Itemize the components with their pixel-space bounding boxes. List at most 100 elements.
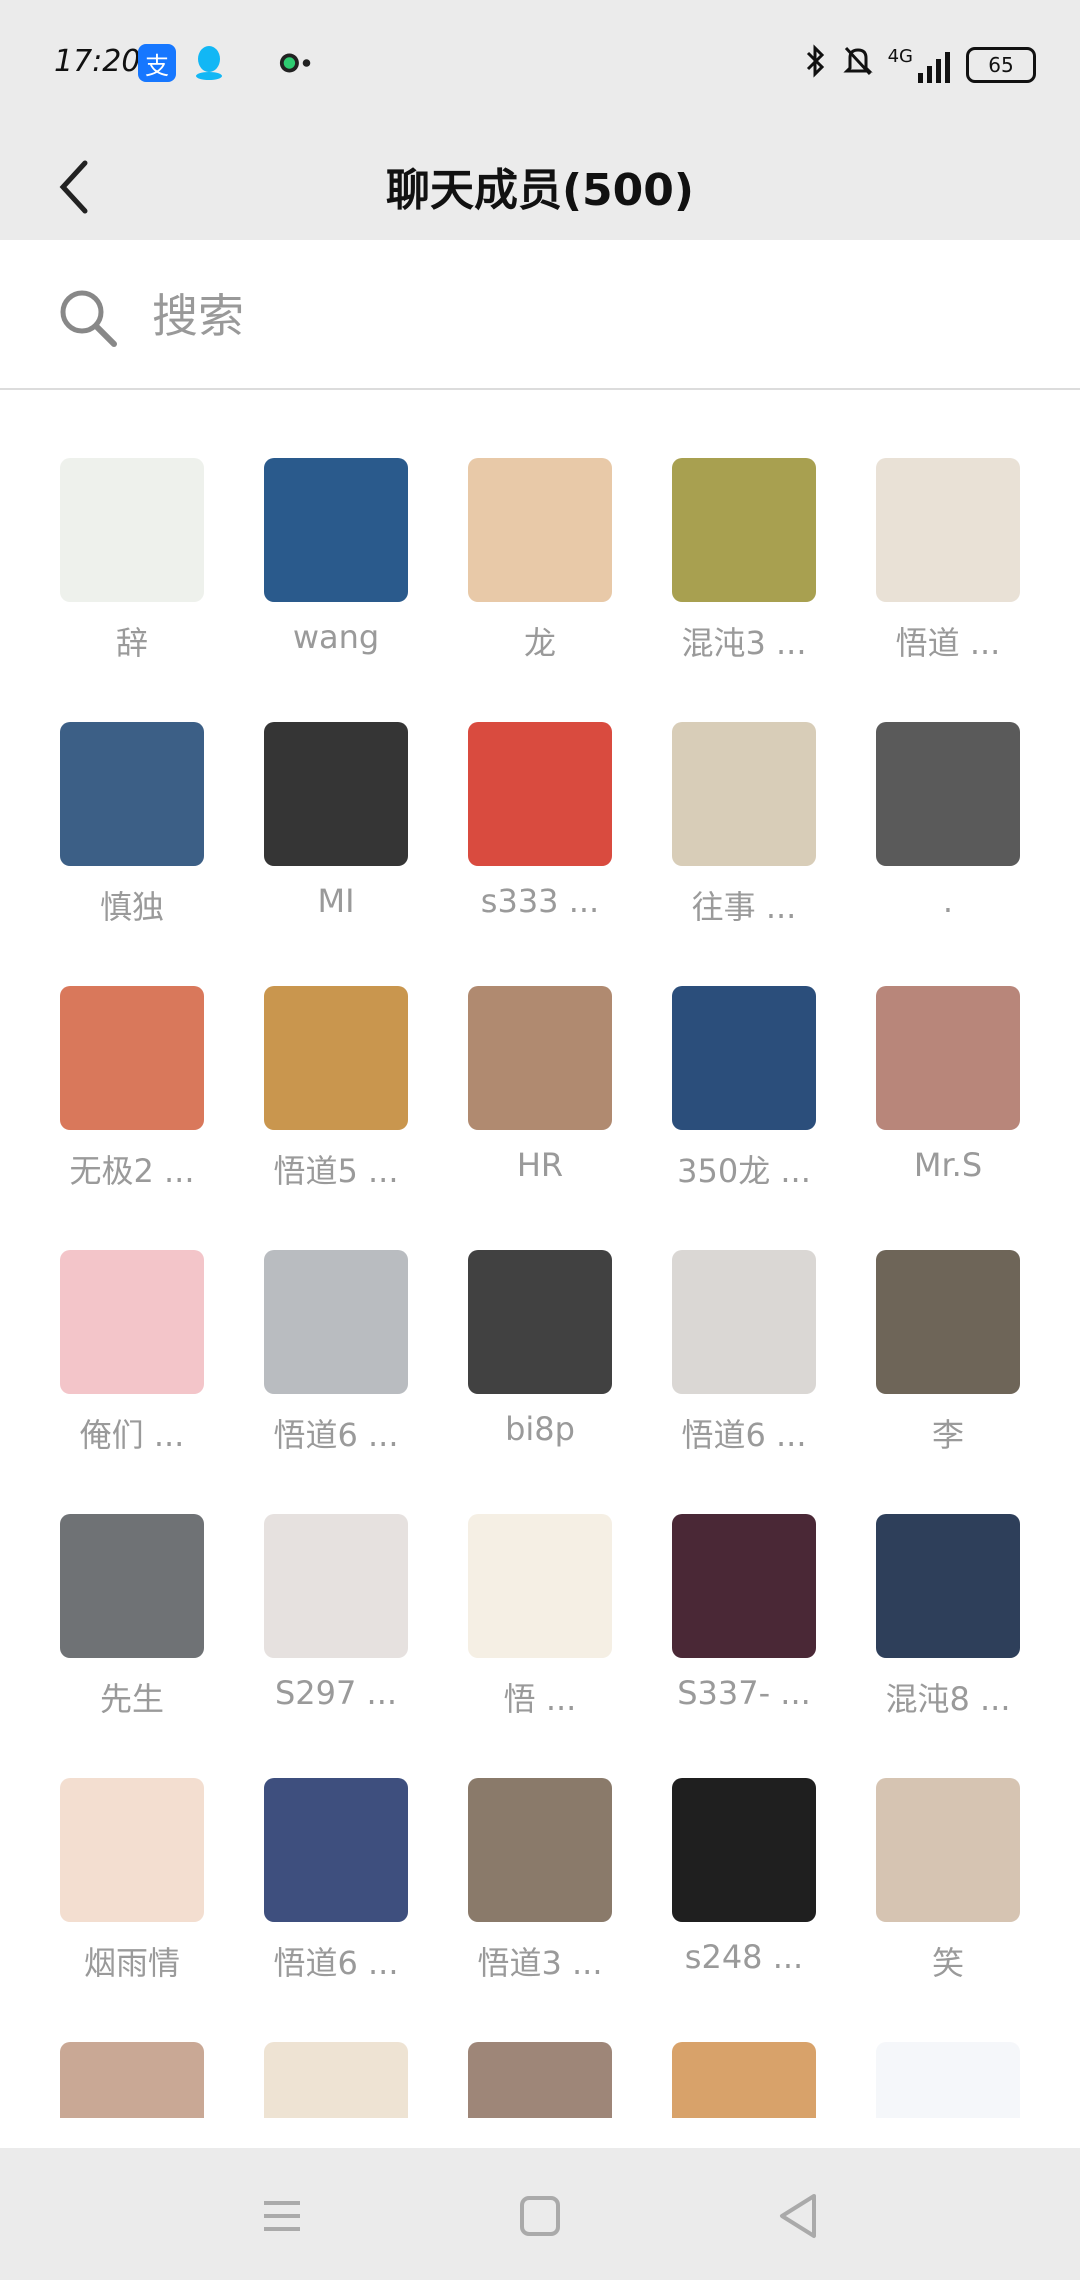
navigation-bar bbox=[0, 2148, 1080, 2280]
member-name: s248 ... bbox=[684, 1938, 804, 1976]
avatar bbox=[876, 2042, 1020, 2118]
member-item[interactable]: 烟雨情 bbox=[32, 1710, 208, 1982]
member-item[interactable]: 350龙 ... bbox=[644, 918, 820, 1190]
member-item[interactable]: 慎独 bbox=[32, 654, 208, 926]
search-input[interactable] bbox=[150, 280, 1014, 352]
avatar bbox=[672, 1778, 816, 1922]
member-name: MI bbox=[317, 882, 355, 920]
member-name: . bbox=[942, 882, 954, 920]
avatar bbox=[60, 458, 204, 602]
member-item[interactable]: 混沌8 ... bbox=[848, 1446, 1024, 1718]
qq-icon bbox=[190, 44, 228, 82]
member-item[interactable]: 龙 bbox=[440, 390, 616, 662]
avatar bbox=[264, 1514, 408, 1658]
avatar bbox=[876, 1778, 1020, 1922]
back-nav-button[interactable] bbox=[770, 2188, 826, 2244]
menu-icon bbox=[264, 2201, 300, 2231]
avatar bbox=[468, 1250, 612, 1394]
member-item[interactable]: 悟道6 ... bbox=[236, 1710, 412, 1982]
avatar bbox=[264, 722, 408, 866]
avatar bbox=[264, 2042, 408, 2118]
member-item[interactable]: 无极2 ... bbox=[32, 918, 208, 1190]
member-item[interactable]: 悟道 ... bbox=[848, 390, 1024, 662]
member-name: S337- ... bbox=[677, 1674, 811, 1712]
avatar bbox=[264, 1778, 408, 1922]
member-item[interactable]: 悟道5 ... bbox=[236, 918, 412, 1190]
member-item[interactable]: bi8p bbox=[440, 1182, 616, 1448]
member-name: bi8p bbox=[505, 1410, 575, 1448]
back-triangle-icon bbox=[780, 2194, 816, 2238]
member-item[interactable]: 混沌3 ... bbox=[644, 390, 820, 662]
member-item[interactable]: 悟 ... bbox=[440, 1446, 616, 1718]
status-time: 17:20 bbox=[54, 44, 141, 79]
avatar bbox=[876, 458, 1020, 602]
avatar bbox=[60, 1250, 204, 1394]
search-icon bbox=[60, 290, 117, 347]
status-icons: 4G 65 bbox=[802, 44, 1036, 85]
member-item[interactable]: 悟道3 ... bbox=[440, 1710, 616, 1982]
member-item[interactable]: Mr.S bbox=[848, 918, 1024, 1184]
alipay-icon: 支 bbox=[138, 44, 176, 82]
avatar bbox=[60, 986, 204, 1130]
member-item[interactable] bbox=[644, 1974, 820, 2118]
avatar bbox=[672, 1514, 816, 1658]
avatar bbox=[672, 458, 816, 602]
avatar bbox=[672, 986, 816, 1130]
avatar bbox=[876, 722, 1020, 866]
avatar bbox=[876, 986, 1020, 1130]
member-item[interactable]: 李 bbox=[848, 1182, 1024, 1454]
avatar bbox=[60, 2042, 204, 2118]
avatar bbox=[468, 2042, 612, 2118]
home-button[interactable] bbox=[512, 2188, 568, 2244]
avatar bbox=[264, 1250, 408, 1394]
member-item[interactable]: . bbox=[848, 654, 1024, 920]
member-item[interactable] bbox=[848, 1974, 1024, 2118]
member-item[interactable]: 往事 ... bbox=[644, 654, 820, 926]
bluetooth-icon bbox=[802, 44, 828, 85]
avatar bbox=[468, 458, 612, 602]
member-item[interactable]: MI bbox=[236, 654, 412, 920]
avatar bbox=[60, 1778, 204, 1922]
avatar bbox=[264, 458, 408, 602]
member-name: HR bbox=[516, 1146, 564, 1184]
avatar bbox=[264, 986, 408, 1130]
menu-button[interactable] bbox=[254, 2188, 310, 2244]
member-item[interactable]: 俺们 ... bbox=[32, 1182, 208, 1454]
header: 聊天成员(500) bbox=[0, 130, 1080, 240]
avatar bbox=[60, 722, 204, 866]
signal-icon: 4G bbox=[888, 46, 952, 83]
member-item[interactable]: s333 ... bbox=[440, 654, 616, 920]
member-item[interactable]: S337- ... bbox=[644, 1446, 820, 1712]
search-bar bbox=[0, 240, 1080, 390]
avatar bbox=[468, 722, 612, 866]
avatar bbox=[876, 1514, 1020, 1658]
member-item[interactable]: s248 ... bbox=[644, 1710, 820, 1976]
member-item[interactable] bbox=[440, 1974, 616, 2118]
member-item[interactable] bbox=[32, 1974, 208, 2118]
status-bar: 17:20 支 4G 65 bbox=[0, 0, 1080, 130]
network-label: 4G bbox=[887, 46, 913, 67]
member-item[interactable]: wang bbox=[236, 390, 412, 656]
member-name: s333 ... bbox=[480, 882, 600, 920]
app-icon bbox=[278, 44, 316, 82]
member-item[interactable]: 先生 bbox=[32, 1446, 208, 1718]
avatar bbox=[468, 1514, 612, 1658]
member-item[interactable]: HR bbox=[440, 918, 616, 1184]
battery-indicator: 65 bbox=[966, 46, 1036, 83]
member-name: Mr.S bbox=[913, 1146, 983, 1184]
member-item[interactable]: 辞 bbox=[32, 390, 208, 662]
members-grid: 辞 wang 龙混沌3 ... 悟道 ... 慎独 MI s333 ... 往事 .... 无极… bbox=[0, 390, 1080, 2118]
avatar bbox=[60, 1514, 204, 1658]
avatar bbox=[468, 1778, 612, 1922]
avatar bbox=[672, 1250, 816, 1394]
avatar bbox=[876, 1250, 1020, 1394]
home-icon bbox=[520, 2196, 560, 2236]
member-item[interactable]: 笑 bbox=[848, 1710, 1024, 1982]
avatar bbox=[468, 986, 612, 1130]
member-item[interactable]: S297 ... bbox=[236, 1446, 412, 1712]
member-item[interactable] bbox=[236, 1974, 412, 2118]
member-item[interactable]: 悟道6 ... bbox=[236, 1182, 412, 1454]
member-name: S297 ... bbox=[274, 1674, 398, 1712]
member-item[interactable]: 悟道6 ... bbox=[644, 1182, 820, 1454]
mute-bell-icon bbox=[842, 44, 874, 85]
